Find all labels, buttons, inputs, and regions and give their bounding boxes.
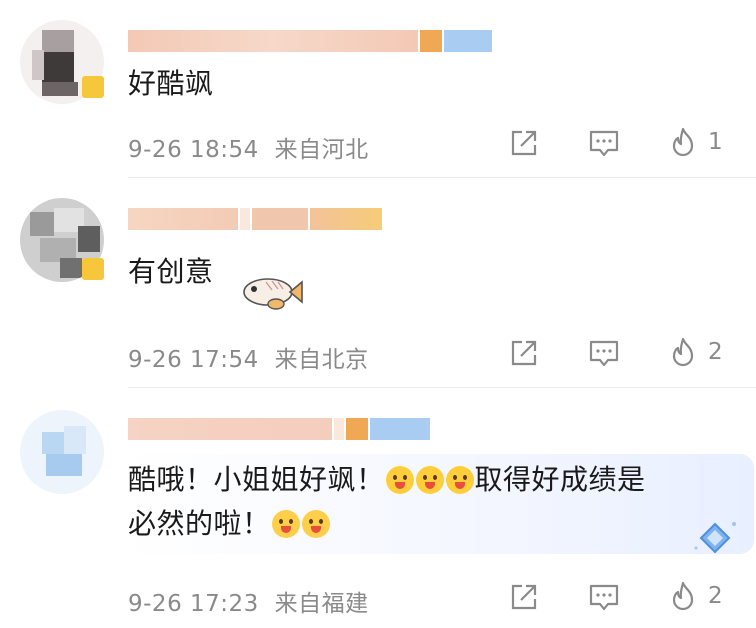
- comment-text: 酷哦！小姐姐好飒！ 取得好成绩是 必然的啦！: [128, 458, 718, 546]
- comment-item-3: 酷哦！小姐姐好飒！ 取得好成绩是 必然的啦！ 9-26 17:23 来自福建 2: [0, 388, 756, 628]
- share-icon: [511, 130, 537, 156]
- flame-icon: [672, 337, 694, 367]
- laughing-emoji-icon: [445, 466, 474, 494]
- laughing-emoji-icon: [385, 466, 414, 494]
- like-button[interactable]: 1: [668, 126, 723, 158]
- comment-item-2: 有创意 9-26 17:54 来自北京 2: [0, 178, 756, 388]
- comment-text-part: 必然的啦！: [128, 507, 271, 540]
- timestamp: 9-26 17:23: [128, 591, 259, 617]
- comment-icon: [589, 340, 619, 367]
- timestamp: 9-26 17:54: [128, 347, 259, 373]
- comment-text-part: 取得好成绩是: [474, 463, 646, 496]
- comment-icon: [589, 584, 619, 611]
- reply-button[interactable]: [588, 582, 620, 612]
- share-icon: [511, 340, 537, 366]
- username-blurred[interactable]: [128, 30, 492, 52]
- reply-button[interactable]: [588, 128, 620, 158]
- like-button[interactable]: 2: [668, 580, 723, 612]
- comment-item-1: 好酷飒 9-26 18:54 来自河北 1: [0, 0, 756, 178]
- 666-emoji-icon: [301, 510, 330, 538]
- diamond-badge-icon: [690, 518, 740, 562]
- comment-text-part: 酷哦！小姐姐好飒！: [128, 463, 385, 496]
- flame-icon: [672, 127, 694, 157]
- comment-text: 好酷飒: [128, 67, 214, 100]
- verified-badge-icon: [82, 76, 104, 98]
- like-count: 2: [708, 583, 723, 609]
- comment-meta: 9-26 18:54 来自河北: [128, 130, 369, 164]
- username-blurred[interactable]: [128, 208, 382, 230]
- location: 来自福建: [274, 591, 369, 617]
- share-button[interactable]: [508, 338, 540, 368]
- share-button[interactable]: [508, 128, 540, 158]
- location: 来自北京: [274, 347, 369, 373]
- location: 来自河北: [274, 137, 369, 163]
- laughing-emoji-icon: [415, 466, 444, 494]
- like-button[interactable]: 2: [668, 336, 723, 368]
- verified-badge-icon: [82, 258, 104, 280]
- avatar[interactable]: [20, 410, 104, 494]
- comment-meta: 9-26 17:54 来自北京: [128, 340, 369, 374]
- share-icon: [511, 584, 537, 610]
- timestamp: 9-26 18:54: [128, 137, 259, 163]
- share-button[interactable]: [508, 582, 540, 612]
- comment-icon: [589, 130, 619, 157]
- comment-meta: 9-26 17:23 来自福建: [128, 584, 369, 618]
- username-blurred[interactable]: [128, 418, 430, 440]
- reply-button[interactable]: [588, 338, 620, 368]
- 666-emoji-icon: [271, 510, 300, 538]
- like-count: 2: [708, 339, 723, 365]
- comment-text: 有创意: [128, 255, 214, 288]
- like-count: 1: [708, 129, 723, 155]
- flame-icon: [672, 581, 694, 611]
- fish-sticker-icon: [240, 270, 304, 318]
